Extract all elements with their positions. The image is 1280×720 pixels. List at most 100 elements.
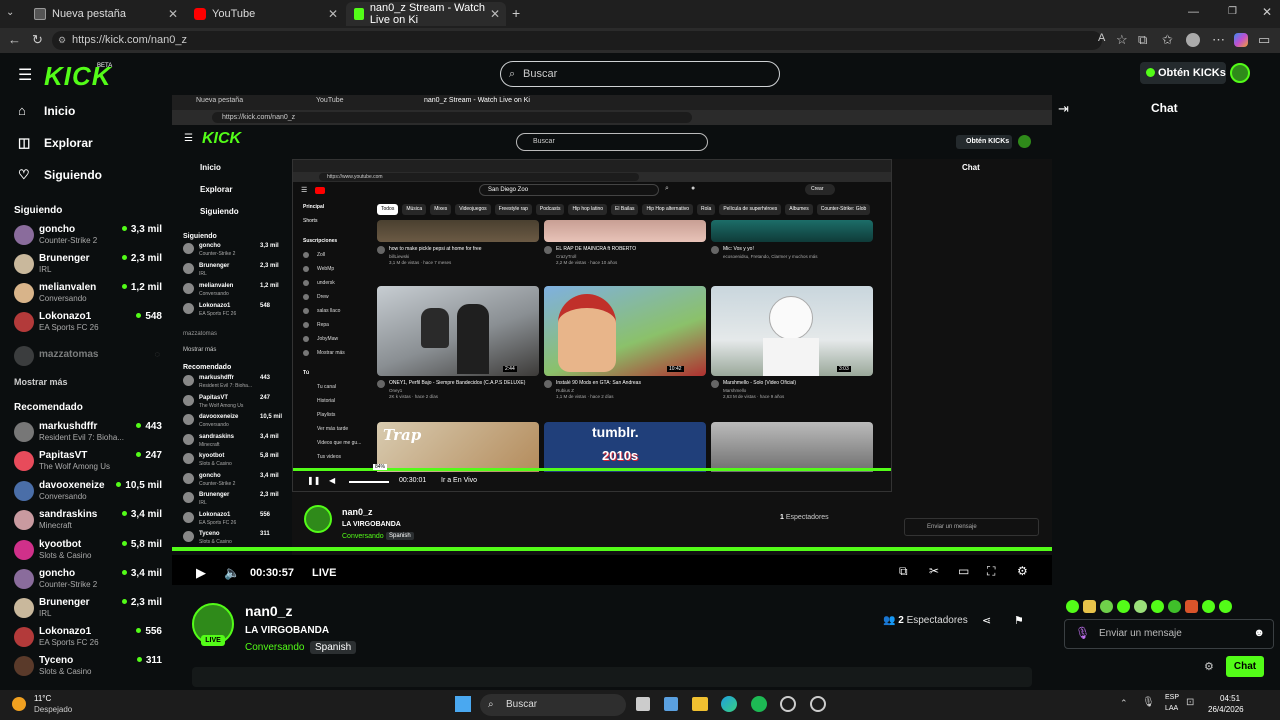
emote-icon[interactable] [1117, 600, 1130, 613]
recommended-channel[interactable]: Lokonazo1 EA Sports FC 26 556 [14, 625, 164, 651]
youtube-chip: Película de superhéroes [719, 204, 782, 215]
mic-tray-icon[interactable]: 🎙 [1142, 697, 1155, 708]
start-icon[interactable] [455, 696, 471, 712]
edge-icon[interactable] [721, 696, 737, 712]
recommended-channel[interactable]: Brunenger IRL 2,3 mil [14, 596, 164, 622]
app-icon[interactable] [810, 696, 826, 712]
channel-name: markushdffr [199, 375, 235, 381]
emote-icon[interactable] [1100, 600, 1113, 613]
emote-icon[interactable] [1083, 600, 1096, 613]
progress-track[interactable] [172, 547, 1052, 553]
tab-label: YouTube [212, 8, 256, 20]
play-icon[interactable]: ▶ [196, 565, 206, 581]
emoji-icon[interactable]: ☻ [1253, 627, 1265, 639]
emote-icon[interactable] [1202, 600, 1215, 613]
new-tab-icon [34, 8, 46, 20]
following-channel[interactable]: melianvalen Conversando 1,2 mil [14, 281, 164, 307]
avatar [14, 656, 34, 676]
close-icon[interactable]: ✕ [328, 7, 338, 21]
file-explorer-icon[interactable] [692, 697, 708, 711]
site-info-icon[interactable]: ⚙ [58, 31, 66, 50]
emote-icon[interactable] [1168, 600, 1181, 613]
following-channel[interactable]: Brunenger IRL 2,3 mil [14, 252, 164, 278]
offline-channel[interactable]: mazzatomas ◌ [14, 344, 164, 370]
back-icon[interactable]: ← [8, 32, 21, 47]
channel-category: EA Sports FC 26 [39, 638, 99, 647]
url-field[interactable]: ⚙ https://kick.com/nan0_z [52, 31, 1102, 50]
media-player-icon[interactable] [780, 696, 796, 712]
spotify-icon[interactable] [751, 696, 767, 712]
recommended-channel[interactable]: PapitasVT The Wolf Among Us 247 [14, 449, 164, 475]
fullscreen-icon[interactable]: ⛶ [987, 564, 995, 579]
picture-in-picture-icon[interactable]: ⧉ [899, 564, 908, 579]
recommended-channel[interactable]: Tyceno Slots & Casino 311 [14, 654, 164, 680]
favorite-star-icon[interactable]: ☆ [1116, 32, 1128, 48]
emote-icon[interactable] [1185, 600, 1198, 613]
sidebar-toggle-icon[interactable]: ▭ [1258, 32, 1270, 48]
emote-icon[interactable] [1066, 600, 1079, 613]
tab-list-chevron-icon[interactable]: ⌄ [6, 7, 14, 18]
split-screen-icon[interactable]: ⧉ [1138, 32, 1147, 48]
emote-icon[interactable] [1151, 600, 1164, 613]
settings-icon[interactable]: ⚙ [1017, 564, 1028, 578]
close-icon[interactable]: ✕ [168, 7, 178, 21]
recommended-channel[interactable]: markushdffr Resident Evil 7: Bioha... 44… [14, 420, 164, 446]
new-tab-button[interactable]: + [512, 5, 520, 21]
theater-mode-icon[interactable]: ▭ [958, 564, 969, 578]
store-icon[interactable] [664, 697, 678, 711]
stream-channel-name[interactable]: nan0_z [245, 603, 292, 619]
tray-chevron-icon[interactable]: ⌃ [1120, 698, 1128, 709]
stream-category[interactable]: Conversando [245, 642, 304, 653]
network-icon[interactable]: ⊡ [1186, 697, 1194, 708]
nav-explorar[interactable]: ◫ Explorar [18, 135, 93, 151]
avatar [14, 312, 34, 332]
tab-youtube[interactable]: YouTube ✕ [186, 2, 344, 26]
video-thumbnail [544, 286, 706, 376]
taskbar-search[interactable]: ⌕ Buscar [480, 694, 626, 716]
share-icon[interactable]: ⋖ [982, 614, 991, 627]
recommended-channel[interactable]: kyootbot Slots & Casino 5,8 mil [14, 538, 164, 564]
copilot-icon[interactable] [1234, 33, 1248, 47]
volume-icon[interactable]: 🔈 [224, 565, 240, 581]
minimize-button[interactable]: — [1188, 6, 1199, 18]
user-avatar[interactable] [1230, 63, 1250, 83]
search-placeholder: Buscar [523, 68, 558, 80]
follow-icon[interactable]: ⚑ [1014, 614, 1024, 627]
favorites-icon[interactable]: ✩ [1162, 32, 1173, 48]
emote-icon[interactable] [1219, 600, 1232, 613]
inner-volume-slider [349, 481, 389, 483]
microphone-icon[interactable]: 🎙 [1075, 626, 1090, 640]
stream-tag[interactable]: Spanish [310, 641, 357, 654]
task-view-icon[interactable] [636, 697, 650, 711]
nav-inicio[interactable]: ⌂ Inicio [18, 103, 75, 118]
following-channel[interactable]: Lokonazo1 EA Sports FC 26 548 [14, 310, 164, 336]
chat-settings-icon[interactable]: ⚙ [1204, 660, 1214, 673]
profile-avatar-icon[interactable] [1186, 33, 1200, 47]
recommended-channel[interactable]: sandraskins Minecraft 3,4 mil [14, 508, 164, 534]
reload-icon[interactable]: ↻ [32, 32, 43, 48]
video-player[interactable]: Nueva pestaña YouTube nan0_z Stream - Wa… [172, 95, 1052, 585]
show-more-link[interactable]: Mostrar más [14, 377, 68, 387]
recommended-channel[interactable]: goncho Counter-Strike 2 3,4 mil [14, 567, 164, 593]
weather-icon[interactable] [12, 697, 26, 711]
maximize-button[interactable]: ❐ [1228, 6, 1237, 17]
nav-siguiendo[interactable]: ♡ Siguiendo [18, 167, 102, 183]
get-kicks-button[interactable]: Obtén KICKs [1140, 62, 1226, 84]
clip-icon[interactable]: ✂ [929, 564, 939, 578]
emote-icon[interactable] [1134, 600, 1147, 613]
close-window-button[interactable]: ✕ [1262, 5, 1272, 19]
tab-kick-stream[interactable]: nan0_z Stream - Watch Live on Ki ✕ [346, 2, 506, 26]
following-channel[interactable]: goncho Counter-Strike 2 3,3 mil [14, 223, 164, 249]
search-input[interactable]: ⌕ Buscar [500, 61, 780, 87]
menu-icon[interactable]: ☰ [18, 65, 32, 85]
read-aloud-icon[interactable]: A [1098, 32, 1105, 44]
more-menu-icon[interactable]: ⋯ [1212, 32, 1225, 48]
lang-top[interactable]: ESP [1165, 694, 1179, 701]
clock-time[interactable]: 04:51 [1220, 694, 1240, 703]
recommended-channel[interactable]: davooxeneize Conversando 10,5 mil [14, 479, 164, 505]
collapse-chat-icon[interactable]: ⇥ [1058, 101, 1069, 117]
tab-new-tab[interactable]: Nueva pestaña ✕ [26, 2, 184, 26]
send-chat-button[interactable]: Chat [1226, 656, 1264, 677]
chat-message-input[interactable]: 🎙 Enviar un mensaje ☻ [1064, 619, 1274, 649]
close-icon[interactable]: ✕ [490, 7, 500, 21]
